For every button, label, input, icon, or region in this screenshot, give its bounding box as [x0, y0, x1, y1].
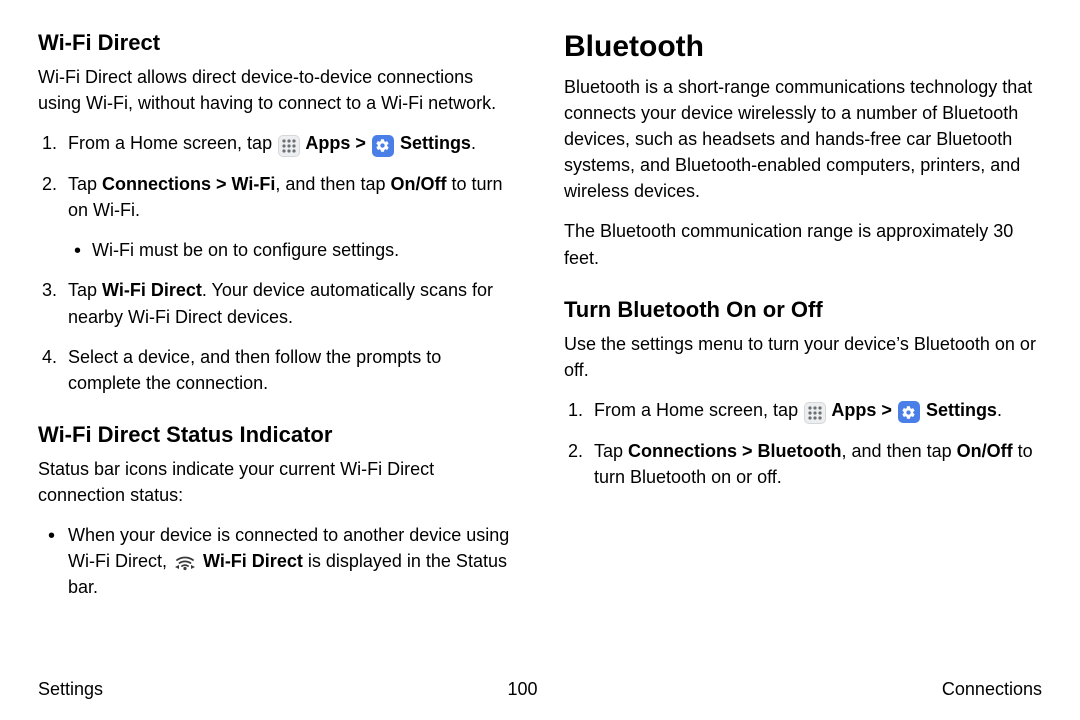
footer-right: Connections [942, 679, 1042, 700]
content-columns: Wi‑Fi Direct Wi‑Fi Direct allows direct … [38, 30, 1042, 650]
wifi-direct-description: Wi‑Fi Direct allows direct device-to-dev… [38, 64, 516, 116]
heading-status-indicator: Wi‑Fi Direct Status Indicator [38, 422, 516, 448]
wifi-direct-steps: From a Home screen, tap Apps > Settings.… [38, 130, 516, 396]
step-2: Tap Connections > Bluetooth, and then ta… [564, 438, 1042, 490]
period: . [471, 133, 476, 153]
text: Tap [68, 280, 102, 300]
text: Tap [68, 174, 102, 194]
bluetooth-description: Bluetooth is a short-range communication… [564, 74, 1042, 204]
step-2: Tap Connections > Wi‑Fi, and then tap On… [38, 171, 516, 263]
status-description: Status bar icons indicate your current W… [38, 456, 516, 508]
bluetooth-range: The Bluetooth communication range is app… [564, 218, 1042, 270]
bold: Connections > Bluetooth [628, 441, 842, 461]
step-3: Tap Wi‑Fi Direct. Your device automatica… [38, 277, 516, 329]
apps-label: Apps [301, 133, 350, 153]
settings-label: Settings [921, 400, 997, 420]
left-column: Wi‑Fi Direct Wi‑Fi Direct allows direct … [38, 30, 516, 650]
wifi-direct-icon [173, 551, 197, 571]
step-1: From a Home screen, tap Apps > Settings. [38, 130, 516, 157]
heading-wifi-direct: Wi‑Fi Direct [38, 30, 516, 56]
text: , and then tap [842, 441, 957, 461]
status-list: When your device is connected to another… [38, 522, 516, 600]
step-1: From a Home screen, tap Apps > Settings. [564, 397, 1042, 424]
bold: Wi‑Fi Direct [198, 551, 303, 571]
right-column: Bluetooth Bluetooth is a short-range com… [564, 30, 1042, 650]
period: . [997, 400, 1002, 420]
heading-bt-onoff: Turn Bluetooth On or Off [564, 297, 1042, 323]
settings-icon [898, 401, 920, 423]
text: , and then tap [275, 174, 390, 194]
heading-bluetooth: Bluetooth [564, 30, 1042, 64]
bt-steps: From a Home screen, tap Apps > Settings.… [564, 397, 1042, 490]
status-item: When your device is connected to another… [38, 522, 516, 600]
substeps: Wi‑Fi must be on to configure settings. [68, 237, 516, 263]
bold: Wi‑Fi Direct [102, 280, 202, 300]
step-4: Select a device, and then follow the pro… [38, 344, 516, 396]
gt: > [876, 400, 897, 420]
bt-onoff-description: Use the settings menu to turn your devic… [564, 331, 1042, 383]
apps-icon [278, 135, 300, 157]
settings-icon [372, 135, 394, 157]
text: From a Home screen, tap [68, 133, 277, 153]
settings-label: Settings [395, 133, 471, 153]
bold: On/Off [957, 441, 1013, 461]
apps-label: Apps [827, 400, 876, 420]
footer-left: Settings [38, 679, 103, 700]
text: Tap [594, 441, 628, 461]
page-footer: Settings 100 Connections [38, 679, 1042, 700]
gt: > [350, 133, 371, 153]
bold: Connections > Wi‑Fi [102, 174, 275, 194]
bold: On/Off [390, 174, 446, 194]
substep: Wi‑Fi must be on to configure settings. [68, 237, 516, 263]
footer-page-number: 100 [507, 679, 537, 700]
text: From a Home screen, tap [594, 400, 803, 420]
apps-icon [804, 402, 826, 424]
